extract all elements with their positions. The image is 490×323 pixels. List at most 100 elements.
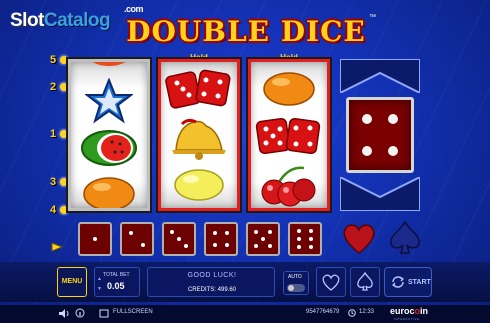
die-pip [362, 114, 372, 124]
eurocoin-logo: eurocoin [390, 306, 428, 316]
payline-marker [60, 178, 68, 186]
mini-die-1[interactable] [78, 222, 112, 256]
dice-reel [340, 59, 420, 211]
spade-outline-icon [357, 271, 373, 291]
dice-reel-face [346, 97, 414, 173]
start-label: START [408, 279, 431, 286]
watermelon-icon [81, 130, 137, 166]
die-pip [388, 146, 398, 156]
sound-icon[interactable] [58, 308, 70, 319]
start-button[interactable]: START [384, 267, 432, 297]
payline-4: 4 [49, 204, 57, 216]
brand-suffix: in [420, 306, 429, 316]
die-pip [268, 244, 272, 248]
total-bet-value: 0.05 [107, 281, 125, 291]
reel-3[interactable] [248, 59, 330, 211]
mini-die-4[interactable] [204, 222, 238, 256]
mini-die-6[interactable] [288, 222, 322, 256]
die-pip [93, 237, 97, 241]
die-pip [388, 114, 398, 124]
star-icon [85, 78, 133, 124]
autoplay-toggle[interactable]: AUTO [283, 271, 309, 295]
die-pip [213, 231, 217, 235]
die-pip [141, 243, 145, 247]
total-bet-label: TOTAL BET [103, 272, 130, 278]
total-bet-box: ▲ ▼ TOTAL BET 0.05 [94, 267, 140, 297]
die-pip [254, 230, 258, 234]
payline-marker [60, 206, 68, 214]
die-pip [309, 229, 313, 233]
die-pip [297, 229, 301, 233]
autoplay-switch[interactable] [287, 284, 305, 292]
spade-suit-button[interactable] [386, 219, 424, 257]
credits-value: 499.60 [217, 287, 237, 293]
switch-knob [288, 285, 294, 291]
watermark-slot: Slot [10, 10, 44, 31]
watermark-catalog: Catalog [43, 10, 111, 31]
info-icon[interactable] [75, 308, 85, 318]
reel-2[interactable] [158, 59, 240, 211]
partial-symbol-icon [92, 62, 126, 66]
die-pip [213, 243, 217, 247]
die-pip [297, 245, 301, 249]
die-pip [297, 237, 301, 241]
die-pip [225, 231, 229, 235]
spin-arrows-icon [391, 276, 405, 288]
fullscreen-icon[interactable] [99, 309, 109, 318]
clock-icon [348, 309, 356, 317]
chevron-down-icon [340, 59, 420, 93]
status-message: GOOD LUCK! [187, 272, 237, 279]
game-logo: DOUBLE DICE ™ [120, 14, 376, 50]
clock-time: 12:33 [359, 309, 375, 315]
bet-decrease-icon[interactable]: ▼ [97, 286, 102, 292]
brand-prefix: euroc [390, 306, 415, 316]
game-stage: SlotCatalog .com DOUBLE DICE ™ 5 2 1 3 4 [0, 0, 490, 323]
payline-5: 5 [49, 54, 57, 66]
watermark-com: .com [124, 4, 144, 14]
credits-display: CREDITS: 499.60 [148, 287, 276, 293]
heart-suit-button[interactable] [340, 219, 378, 257]
red-dice-icon [165, 69, 231, 109]
payline-marker [60, 83, 68, 91]
die-pip [184, 244, 188, 248]
mini-die-3[interactable] [162, 222, 196, 256]
trademark: ™ [369, 14, 376, 21]
credits-label: CREDITS: [187, 287, 216, 293]
die-pip [254, 244, 258, 248]
die-pip [309, 237, 313, 241]
payline-marker [60, 130, 68, 138]
reel-1 [68, 59, 150, 211]
orange-icon [83, 177, 135, 208]
die-pip [225, 243, 229, 247]
gamble-pointer-icon [51, 242, 64, 252]
mini-die-5[interactable] [246, 222, 280, 256]
mini-die-2[interactable] [120, 222, 154, 256]
heart-outline-icon [322, 274, 340, 291]
menu-button[interactable]: MENU [57, 267, 87, 297]
payline-1: 1 [49, 128, 57, 140]
orange-icon [263, 72, 315, 106]
game-title: DOUBLE DICE [126, 15, 366, 48]
die-pip [177, 237, 181, 241]
die-pip [170, 230, 174, 234]
lemon-icon [174, 169, 224, 201]
gamble-spade-button[interactable] [350, 267, 380, 297]
brand-subtitle: INTERACTIVE [394, 317, 420, 321]
gamble-heart-button[interactable] [316, 267, 346, 297]
cherries-icon [261, 166, 316, 207]
watermark: SlotCatalog .com [10, 4, 144, 32]
payline-2: 2 [49, 81, 57, 93]
die-pip [309, 245, 313, 249]
payline-marker [60, 56, 68, 64]
bet-increase-icon[interactable]: ▲ [97, 276, 102, 282]
payline-3: 3 [49, 176, 57, 188]
session-id: 9547764679 [306, 309, 340, 315]
die-pip [129, 231, 133, 235]
message-box: GOOD LUCK! CREDITS: 499.60 [147, 267, 275, 297]
fullscreen-label[interactable]: FULLSCREEN [113, 309, 153, 315]
chevron-up-icon [340, 177, 420, 211]
die-pip [362, 146, 372, 156]
red-dice-icon [255, 117, 321, 155]
die-pip [268, 230, 272, 234]
autoplay-label: AUTO [288, 274, 302, 280]
